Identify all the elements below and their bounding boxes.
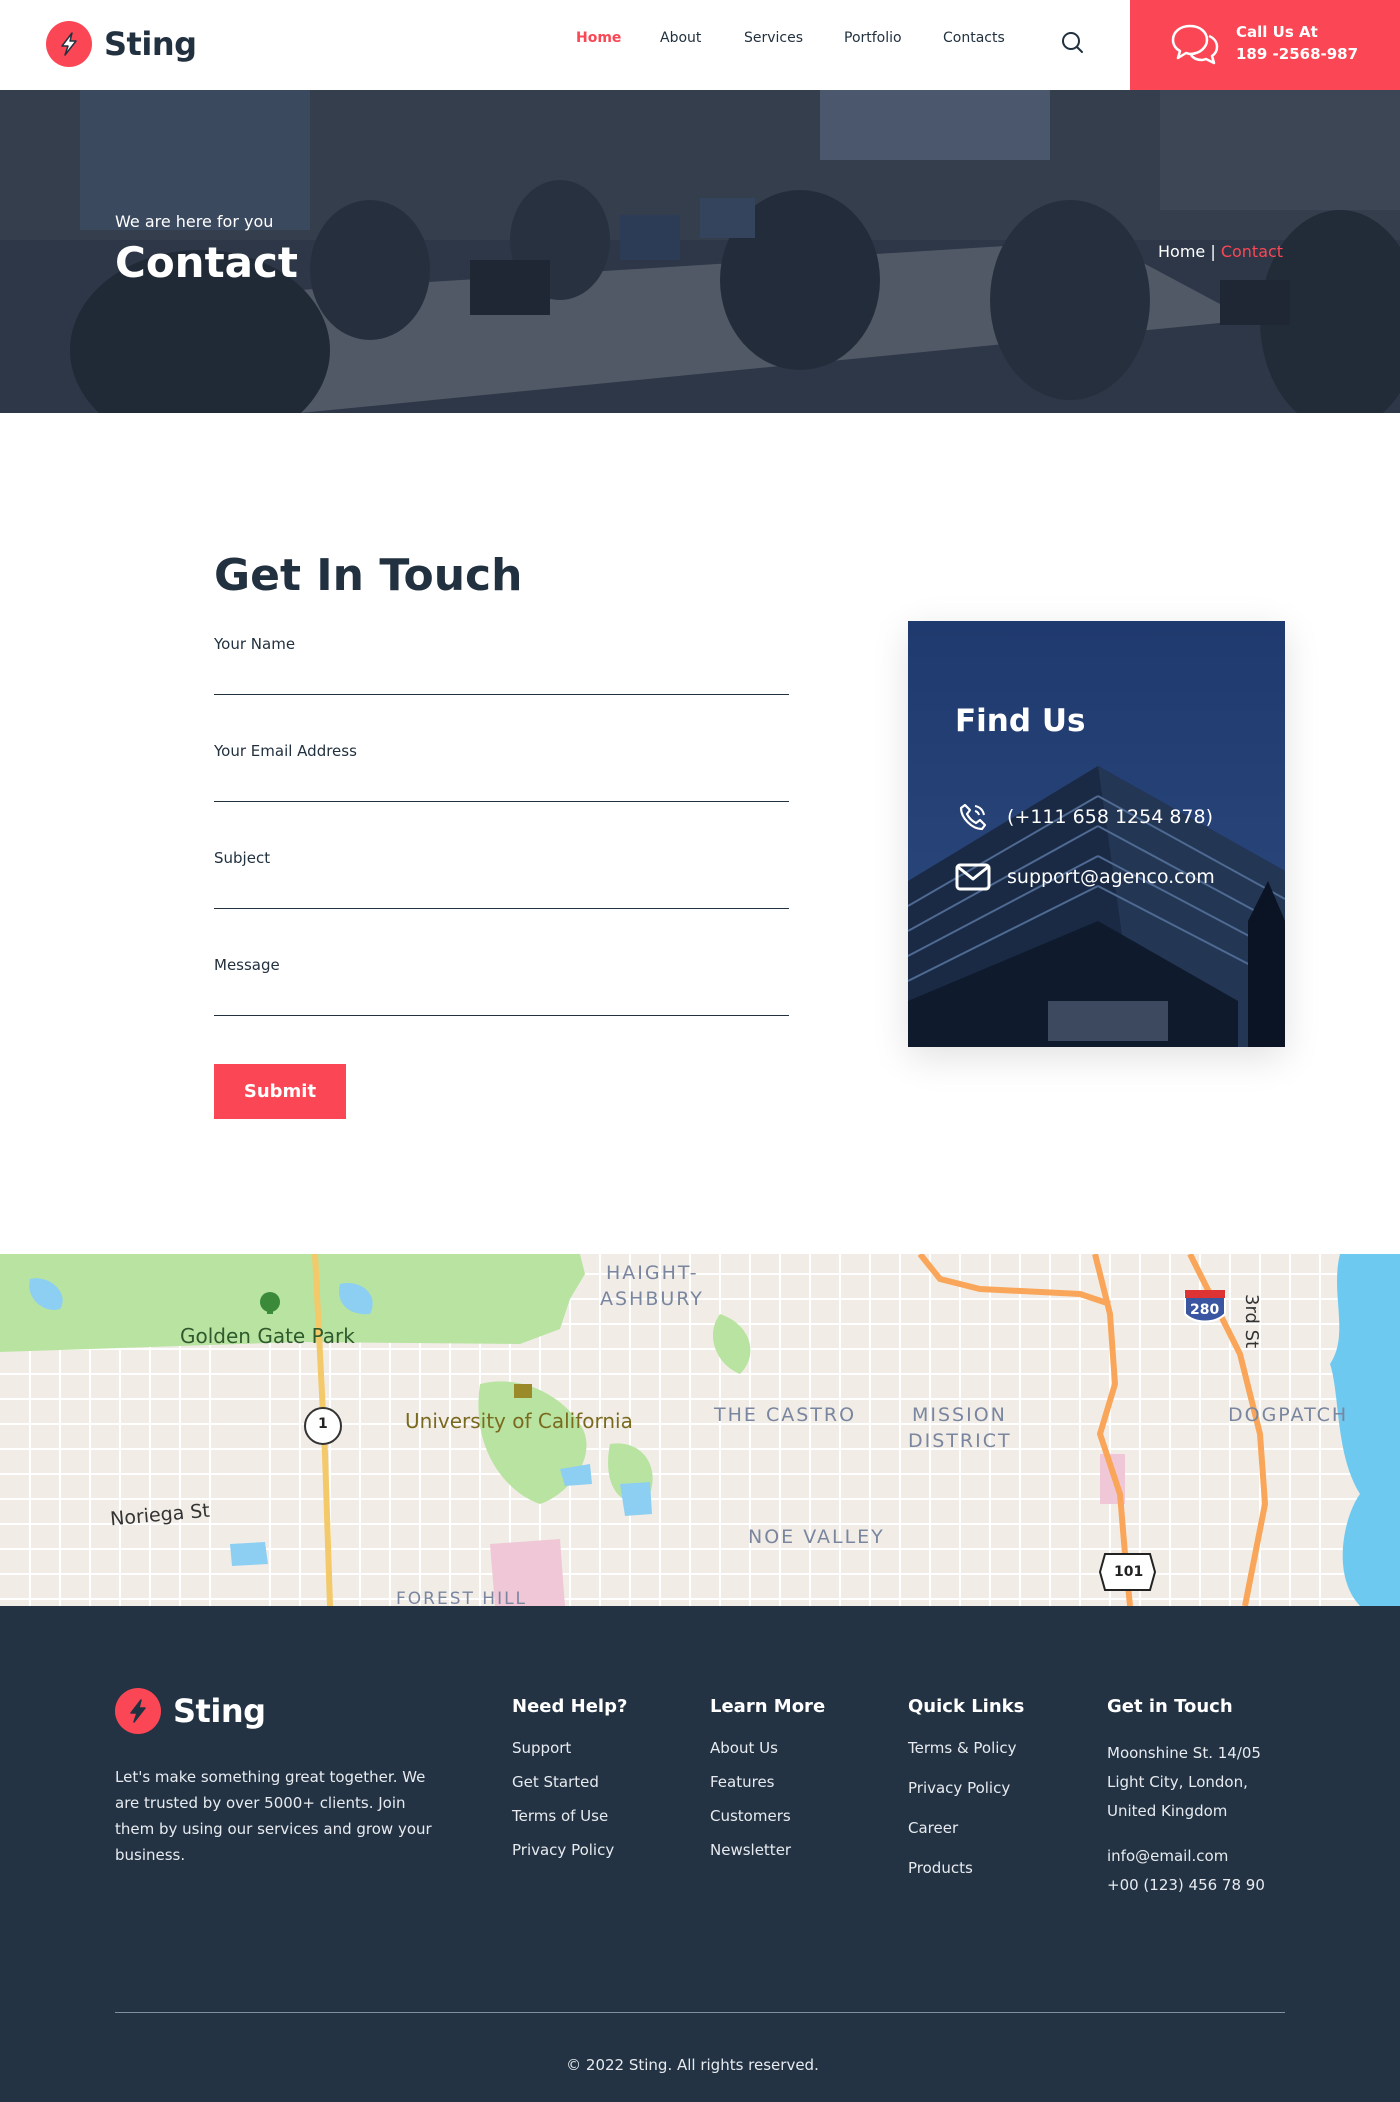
phone-icon <box>955 801 991 833</box>
footer-about: Let's make something great together. We … <box>115 1768 432 1864</box>
submit-button[interactable]: Submit <box>214 1064 346 1119</box>
email-label: Your Email Address <box>214 742 357 760</box>
breadcrumb-current: Contact <box>1220 242 1284 261</box>
footer-address-line: United Kingdom <box>1107 1802 1228 1820</box>
subject-field: Subject <box>214 849 789 909</box>
footer-link-privacy-policy-2[interactable]: Privacy Policy <box>908 1779 1024 1797</box>
footer-col-quick-links: Quick Links Terms & Policy Privacy Polic… <box>908 1696 1024 1877</box>
name-label: Your Name <box>214 635 296 653</box>
footer-link-newsletter[interactable]: Newsletter <box>710 1841 825 1859</box>
brand-logo[interactable]: Sting <box>46 21 197 67</box>
form-title: Get In Touch <box>214 550 523 601</box>
name-input[interactable] <box>214 659 789 689</box>
footer-col-title: Get in Touch <box>1107 1696 1233 1717</box>
find-us-email-row: support@agenco.com <box>955 861 1215 893</box>
envelope-icon <box>955 861 991 893</box>
lightning-icon <box>46 21 92 67</box>
footer-link-privacy-policy[interactable]: Privacy Policy <box>512 1841 627 1859</box>
hero-banner: We are here for you Contact Home | Conta… <box>0 90 1400 413</box>
lightning-icon <box>115 1688 161 1734</box>
site-header: Sting Home About Services Portfolio Cont… <box>0 0 1400 90</box>
footer-link-terms-of-use[interactable]: Terms of Use <box>512 1807 627 1825</box>
page-title: Contact <box>115 238 298 287</box>
hero-subtitle: We are here for you <box>115 212 274 231</box>
breadcrumb-separator: | <box>1205 242 1221 261</box>
footer-link-about-us[interactable]: About Us <box>710 1739 825 1757</box>
footer-link-products[interactable]: Products <box>908 1859 1024 1877</box>
footer-divider <box>115 2012 1285 2013</box>
message-field: Message <box>214 956 789 1016</box>
footer-col-learn-more: Learn More About Us Features Customers N… <box>710 1696 825 1859</box>
footer-logo[interactable]: Sting <box>115 1688 266 1734</box>
route-1-shield: 1 <box>318 1416 328 1432</box>
nav-home[interactable]: Home <box>576 30 621 46</box>
nav-about[interactable]: About <box>660 30 701 46</box>
brand-name: Sting <box>104 25 197 63</box>
footer-address-line: Moonshine St. 14/05 <box>1107 1744 1261 1762</box>
search-icon[interactable] <box>1058 28 1088 58</box>
copyright: © 2022 Sting. All rights reserved. <box>566 2056 819 2074</box>
name-field: Your Name <box>214 635 789 695</box>
map-label-mission: MISSION <box>912 1404 1007 1426</box>
footer-col-title: Need Help? <box>512 1696 628 1717</box>
footer-link-customers[interactable]: Customers <box>710 1807 825 1825</box>
route-280-shield: 280 <box>1190 1302 1220 1318</box>
find-us-card: Find Us (+111 658 1254 878) support@agen… <box>908 621 1285 1047</box>
footer-col-title: Learn More <box>710 1696 826 1717</box>
map-label-dogpatch: DOGPATCH <box>1228 1404 1349 1426</box>
footer-col-title: Quick Links <box>908 1696 1025 1717</box>
subject-input[interactable] <box>214 873 789 903</box>
call-us-box[interactable]: Call Us At 189 -2568-987 <box>1130 0 1400 90</box>
location-map[interactable]: Golden Gate Park HAIGHT- ASHBURY Univers… <box>0 1254 1400 1606</box>
map-label-ashbury: ASHBURY <box>600 1288 704 1310</box>
call-phone: 189 -2568-987 <box>1236 45 1359 63</box>
breadcrumb-home[interactable]: Home <box>1158 242 1205 261</box>
footer-col-need-help: Need Help? Support Get Started Terms of … <box>512 1696 627 1859</box>
find-us-email[interactable]: support@agenco.com <box>1007 866 1215 888</box>
building-photo <box>908 621 1285 1047</box>
nav-services[interactable]: Services <box>744 30 803 46</box>
route-101-shield: 101 <box>1114 1564 1144 1580</box>
map-label-university: University of California <box>405 1409 633 1433</box>
map-label-noe-valley: NOE VALLEY <box>748 1526 885 1548</box>
call-title: Call Us At <box>1236 23 1318 41</box>
chat-bubbles-icon <box>1170 20 1220 68</box>
footer-link-career[interactable]: Career <box>908 1819 1024 1837</box>
nav-contacts[interactable]: Contacts <box>943 30 1005 46</box>
nav-portfolio[interactable]: Portfolio <box>844 30 902 46</box>
site-footer: Sting Let's make something great togethe… <box>0 1606 1400 2102</box>
message-label: Message <box>214 956 280 974</box>
footer-link-get-started[interactable]: Get Started <box>512 1773 627 1791</box>
map-label-castro: THE CASTRO <box>714 1404 857 1426</box>
footer-col-contact: Get in Touch Moonshine St. 14/05 Light C… <box>1107 1696 1265 1900</box>
find-us-phone[interactable]: (+111 658 1254 878) <box>1007 806 1213 828</box>
footer-phone[interactable]: +00 (123) 456 78 90 <box>1107 1871 1265 1900</box>
breadcrumb: Home | Contact <box>1158 242 1283 261</box>
map-label-golden-gate-park: Golden Gate Park <box>180 1324 355 1348</box>
map-label-district: DISTRICT <box>908 1430 1012 1452</box>
footer-link-support[interactable]: Support <box>512 1739 627 1757</box>
find-us-title: Find Us <box>955 703 1086 739</box>
map-label-forest-hill: FOREST HILL <box>396 1589 528 1606</box>
subject-label: Subject <box>214 849 271 867</box>
footer-brand-name: Sting <box>173 1692 266 1730</box>
message-input[interactable] <box>214 980 789 1010</box>
map-label-3rd-st: 3rd St <box>1241 1294 1262 1349</box>
find-us-phone-row: (+111 658 1254 878) <box>955 801 1213 833</box>
footer-email[interactable]: info@email.com <box>1107 1842 1265 1871</box>
map-label-haight: HAIGHT- <box>606 1262 699 1284</box>
email-input[interactable] <box>214 766 789 796</box>
footer-link-terms-policy[interactable]: Terms & Policy <box>908 1739 1024 1757</box>
footer-link-features[interactable]: Features <box>710 1773 825 1791</box>
email-field: Your Email Address <box>214 742 789 802</box>
footer-address-line: Light City, London, <box>1107 1773 1248 1791</box>
